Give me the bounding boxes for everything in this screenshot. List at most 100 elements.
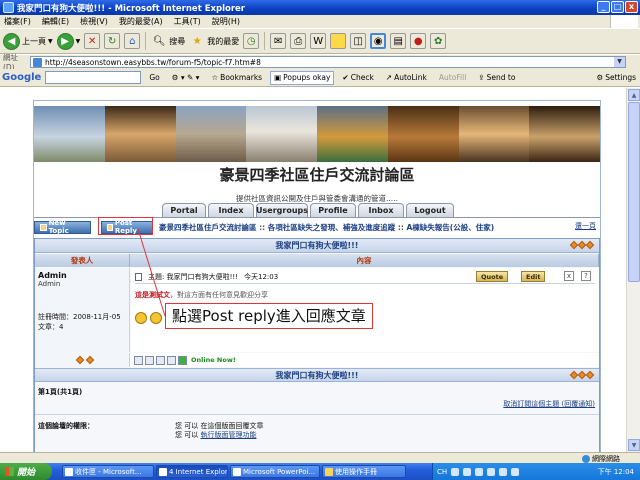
popups-button[interactable]: ▣ Popups okay xyxy=(270,70,335,85)
delete-icon[interactable]: x xyxy=(564,271,574,281)
pm-icon[interactable] xyxy=(145,355,154,365)
breadcrumb-sep: :: xyxy=(259,222,266,232)
tray-icon[interactable] xyxy=(451,467,460,476)
window-title: 我家門口有狗大便啦!!! - Microsoft Internet Explor… xyxy=(17,3,245,14)
new-topic-button[interactable]: New Topic xyxy=(34,219,91,235)
ip-icon[interactable]: ? xyxy=(581,271,591,281)
scroll-up-icon[interactable]: ▲ xyxy=(628,89,640,101)
menu-help[interactable]: 說明(H) xyxy=(212,16,240,27)
menu-tools[interactable]: 工具(T) xyxy=(174,16,201,27)
next-topic-icon[interactable] xyxy=(585,370,595,380)
notes-icon[interactable] xyxy=(330,33,347,49)
tab-usergroups[interactable]: Usergroups xyxy=(256,203,308,217)
history-icon[interactable]: ◷ xyxy=(243,33,260,49)
maximize-button[interactable]: □ xyxy=(611,1,624,13)
research-icon[interactable]: ▤ xyxy=(390,33,407,49)
menu-edit[interactable]: 編輯(E) xyxy=(42,16,69,27)
edit-button[interactable]: Edit xyxy=(521,271,546,282)
email-icon[interactable] xyxy=(156,355,165,365)
quote-button[interactable]: Quote xyxy=(476,271,509,282)
plugin-icon[interactable]: ● xyxy=(410,33,427,49)
autofill-button[interactable]: AutoFill xyxy=(435,71,470,85)
breadcrumb-category[interactable]: 各項社區缺失之發現、補強及進度追蹤 xyxy=(268,223,396,232)
scrollbar-thumb[interactable] xyxy=(628,102,640,282)
scroll-down-icon[interactable]: ▼ xyxy=(628,439,640,451)
website-icon[interactable] xyxy=(167,355,176,365)
window-title-bar[interactable]: 我家門口有狗大便啦!!! - Microsoft Internet Explor… xyxy=(0,0,640,15)
go-down-icon[interactable] xyxy=(85,355,95,365)
refresh-icon[interactable]: ↻ xyxy=(104,33,121,49)
back-to-top-icon[interactable] xyxy=(75,355,85,365)
tab-profile[interactable]: Profile xyxy=(310,203,356,217)
next-topic-icon[interactable] xyxy=(585,240,595,250)
moderator-panel-link[interactable]: 執行版面管理功能 xyxy=(200,431,256,439)
address-input[interactable]: http://4seasonstown.easybbs.tw/forum-f5/… xyxy=(30,56,626,68)
topic-title-footer: 我家門口有狗大便啦!!! xyxy=(35,368,599,382)
address-dropdown-icon[interactable]: ▼ xyxy=(614,57,625,67)
tab-index[interactable]: Index xyxy=(208,203,254,217)
taskbar-item-ie[interactable]: 4 Internet Explorer xyxy=(156,465,228,478)
tab-portal[interactable]: Portal xyxy=(162,203,206,217)
author-reg-date: 註冊時間：2008-11月-05 xyxy=(38,313,121,321)
menu-view[interactable]: 檢視(V) xyxy=(80,16,108,27)
autolink-button[interactable]: ↗ AutoLink xyxy=(382,71,431,85)
back-button[interactable]: ◀ 上一頁 ▼ xyxy=(3,32,53,50)
banner-photo xyxy=(529,106,600,162)
menu-favorites[interactable]: 我的最愛(A) xyxy=(119,16,163,27)
tray-icon[interactable] xyxy=(511,467,520,476)
taskbar-item-folder[interactable]: 使用操作手冊 xyxy=(322,465,406,478)
tab-logout[interactable]: Logout xyxy=(406,203,454,217)
breadcrumb-forum[interactable]: 豪景四季社區住戶交流討論區 xyxy=(159,223,257,232)
messenger-icon[interactable]: ◉ xyxy=(370,33,387,49)
vertical-scrollbar[interactable]: ▲ ▼ xyxy=(626,88,640,452)
sendto-button[interactable]: ⇪ Send to xyxy=(474,71,519,85)
tray-icon[interactable] xyxy=(499,467,508,476)
profile-icon[interactable] xyxy=(134,355,143,365)
breadcrumb: 豪景四季社區住戶交流討論區 :: 各項社區缺失之發現、補強及進度追蹤 :: A棟… xyxy=(159,222,494,233)
discuss-icon[interactable]: ◫ xyxy=(350,33,367,49)
tab-inbox[interactable]: Inbox xyxy=(358,203,404,217)
emoticon-icon xyxy=(150,312,162,324)
annotation-callout: 點選Post reply進入回應文章 xyxy=(165,303,373,329)
banner-photo xyxy=(34,106,105,162)
settings-button[interactable]: ⚙ Settings xyxy=(593,71,640,85)
google-search-input[interactable] xyxy=(45,71,142,84)
menu-file[interactable]: 檔案(F) xyxy=(4,16,31,27)
taskbar-item-powerpoint[interactable]: Microsoft PowerPoi... xyxy=(230,465,320,478)
autofill-label: AutoFill xyxy=(438,73,467,82)
new-topic-label: New Topic xyxy=(48,219,69,235)
browser-viewport[interactable]: 豪景四季社區住戶交流討論區 提供社區資訊公開及住戶與管委會溝通的管道..... … xyxy=(0,88,626,452)
windows-logo-icon xyxy=(610,15,638,28)
language-indicator[interactable]: CH xyxy=(437,468,447,476)
mail-icon[interactable]: ✉ xyxy=(270,33,287,49)
tray-icon[interactable] xyxy=(487,467,496,476)
site-title: 豪景四季社區住戶交流討論區 xyxy=(219,166,415,184)
tray-icon[interactable] xyxy=(475,467,484,476)
author-name[interactable]: Admin xyxy=(38,271,126,280)
taskbar-item-outlook[interactable]: 收件匣 - Microsoft... xyxy=(62,465,154,478)
bookmarks-button[interactable]: ☆ Bookmarks xyxy=(207,71,266,85)
check-button[interactable]: ✔ Check xyxy=(338,71,377,85)
home-icon[interactable]: ⌂ xyxy=(124,33,141,49)
forward-arrow-icon: ▶ xyxy=(56,32,74,50)
forward-button[interactable]: ▶ ▼ xyxy=(56,32,80,50)
edit-page-icon[interactable]: W xyxy=(310,33,327,49)
google-icons[interactable]: ⚙ ▾ ✎ ▾ xyxy=(168,71,204,85)
minimize-button[interactable]: _ xyxy=(597,1,610,13)
favorites-button[interactable]: ★ 我的最愛 xyxy=(189,33,239,49)
unwatch-topic-link[interactable]: 取消訂閱這個主題 (回覆通知) xyxy=(503,399,595,409)
close-button[interactable]: x xyxy=(625,1,638,13)
google-go-button[interactable]: Go xyxy=(145,71,163,85)
start-button[interactable]: 開始 xyxy=(0,463,52,480)
stop-icon[interactable]: ✕ xyxy=(84,33,101,49)
clock[interactable]: 下午 12:04 xyxy=(598,467,634,477)
next-page-link[interactable]: 還一頁 xyxy=(575,221,596,231)
people-icon[interactable]: ✿ xyxy=(430,33,447,49)
breadcrumb-board[interactable]: A棟缺失報告(公設、住家) xyxy=(407,223,495,232)
settings-label: Settings xyxy=(605,73,636,82)
print-icon[interactable]: ⎙ xyxy=(290,33,307,49)
taskbar-item-label: 使用操作手冊 xyxy=(335,467,377,476)
search-button[interactable]: 🔍︎ 搜尋 xyxy=(151,33,185,49)
tray-icon[interactable] xyxy=(463,467,472,476)
search-icon: 🔍︎ xyxy=(152,35,166,47)
